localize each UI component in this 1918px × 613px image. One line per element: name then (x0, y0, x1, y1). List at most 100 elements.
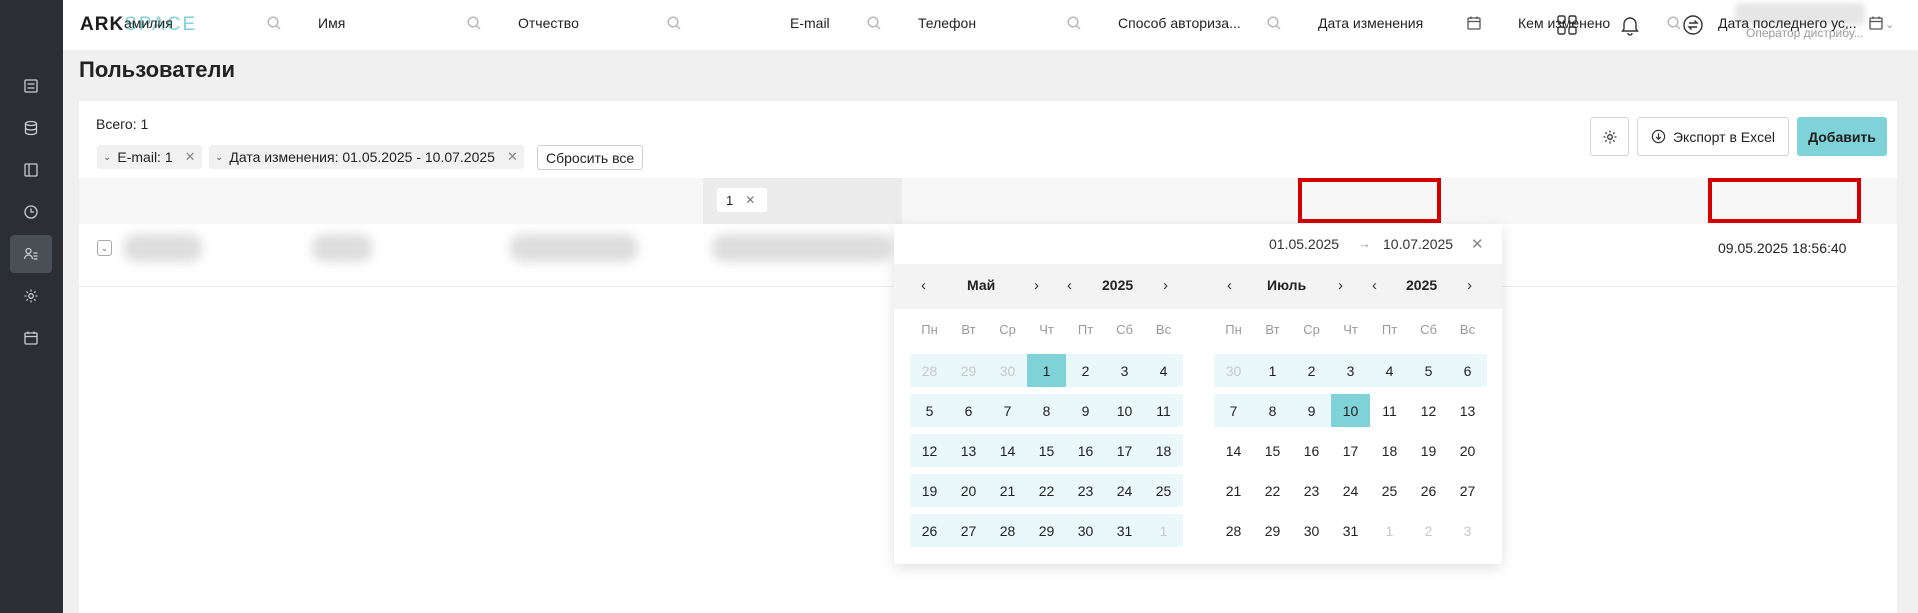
calendar-day[interactable]: 1 (1144, 514, 1183, 547)
calendar-day[interactable]: 3 (1105, 354, 1144, 387)
column-header-patronymic[interactable]: Отчество (518, 0, 579, 46)
calendar-day[interactable]: 23 (1292, 474, 1331, 507)
calendar-day[interactable]: 22 (1253, 474, 1292, 507)
calendar-day[interactable]: 7 (988, 394, 1027, 427)
next-year-icon[interactable]: › (1467, 277, 1472, 294)
calendar-day[interactable]: 4 (1370, 354, 1409, 387)
column-header-firstname[interactable]: Имя (318, 0, 345, 46)
calendar-day[interactable]: 20 (949, 474, 988, 507)
column-header-phone[interactable]: Телефон (918, 0, 976, 46)
search-icon[interactable] (1066, 15, 1082, 31)
export-excel-button[interactable]: Экспорт в Excel (1637, 117, 1789, 156)
users-icon[interactable] (10, 235, 52, 273)
list-icon[interactable] (19, 74, 43, 98)
next-month-icon[interactable]: › (1034, 277, 1039, 294)
calendar-day[interactable]: 7 (1214, 394, 1253, 427)
calendar-day[interactable]: 13 (949, 434, 988, 467)
calendar-day[interactable]: 21 (1214, 474, 1253, 507)
close-icon[interactable]: ✕ (1471, 235, 1484, 253)
email-filter-tag[interactable]: 1 ✕ (717, 188, 767, 212)
search-icon[interactable] (466, 15, 482, 31)
calendar-day[interactable]: 17 (1105, 434, 1144, 467)
calendar-day[interactable]: 30 (1292, 514, 1331, 547)
calendar-day[interactable]: 9 (1066, 394, 1105, 427)
add-button[interactable]: Добавить (1797, 117, 1887, 156)
range-start-input[interactable]: 01.05.2025 (1269, 236, 1339, 252)
calendar-left-month[interactable]: Май (967, 277, 995, 293)
calendar-day[interactable]: 31 (1331, 514, 1370, 547)
column-header-modified-date[interactable]: Дата изменения (1318, 0, 1423, 46)
calendar-right-year[interactable]: 2025 (1406, 277, 1437, 293)
calendar-day[interactable]: 14 (988, 434, 1027, 467)
calendar-day[interactable]: 25 (1144, 474, 1183, 507)
calendar-day[interactable]: 11 (1370, 394, 1409, 427)
column-header-lastname[interactable]: амилия (124, 0, 173, 46)
calendar-day[interactable]: 18 (1370, 434, 1409, 467)
calendar-day[interactable]: 26 (910, 514, 949, 547)
calendar-day[interactable]: 5 (910, 394, 949, 427)
calendar-day[interactable]: 17 (1331, 434, 1370, 467)
calendar-day[interactable]: 25 (1370, 474, 1409, 507)
calendar-day[interactable]: 24 (1331, 474, 1370, 507)
calendar-day[interactable]: 29 (1027, 514, 1066, 547)
calendar-day[interactable]: 12 (910, 434, 949, 467)
calendar-day[interactable]: 9 (1292, 394, 1331, 427)
calendar-day[interactable]: 6 (1448, 354, 1487, 387)
calendar-day[interactable]: 8 (1253, 394, 1292, 427)
calendar-icon[interactable] (19, 326, 43, 350)
calendar-day[interactable]: 20 (1448, 434, 1487, 467)
calendar-day[interactable]: 8 (1027, 394, 1066, 427)
column-header-last-login[interactable]: Дата последнего ус... (1718, 0, 1857, 46)
calendar-day[interactable]: 28 (910, 354, 949, 387)
swap-icon[interactable] (1681, 13, 1705, 37)
calendar-day[interactable]: 30 (988, 354, 1027, 387)
calendar-day[interactable]: 28 (1214, 514, 1253, 547)
calendar-day[interactable]: 3 (1448, 514, 1487, 547)
calendar-day[interactable]: 6 (949, 394, 988, 427)
prev-year-icon[interactable]: ‹ (1372, 277, 1377, 294)
calendar-day[interactable]: 13 (1448, 394, 1487, 427)
calendar-day[interactable]: 2 (1409, 514, 1448, 547)
filter-chip-email[interactable]: ⌄ E-mail: 1 ✕ (97, 145, 202, 169)
book-icon[interactable] (19, 158, 43, 182)
bell-icon[interactable] (1618, 13, 1642, 37)
calendar-day[interactable]: 12 (1409, 394, 1448, 427)
prev-year-icon[interactable]: ‹ (1067, 277, 1072, 294)
calendar-day[interactable]: 22 (1027, 474, 1066, 507)
calendar-day[interactable]: 3 (1331, 354, 1370, 387)
calendar-day[interactable]: 27 (949, 514, 988, 547)
calendar-day[interactable]: 10 (1331, 394, 1370, 427)
search-icon[interactable] (866, 15, 882, 31)
calendar-day[interactable]: 29 (949, 354, 988, 387)
calendar-day[interactable]: 1 (1027, 354, 1066, 387)
calendar-day[interactable]: 21 (988, 474, 1027, 507)
calendar-right-month[interactable]: Июль (1267, 277, 1306, 293)
prev-month-icon[interactable]: ‹ (921, 277, 926, 294)
calendar-day[interactable]: 18 (1144, 434, 1183, 467)
calendar-day[interactable]: 2 (1292, 354, 1331, 387)
filter-chip-date[interactable]: ⌄ Дата изменения: 01.05.2025 - 10.07.202… (209, 145, 524, 169)
calendar-day[interactable]: 24 (1105, 474, 1144, 507)
database-icon[interactable] (19, 116, 43, 140)
calendar-day[interactable]: 26 (1409, 474, 1448, 507)
calendar-icon[interactable] (1466, 15, 1482, 31)
calendar-day[interactable]: 1 (1370, 514, 1409, 547)
calendar-day[interactable]: 15 (1253, 434, 1292, 467)
search-icon[interactable] (1666, 15, 1682, 31)
column-header-modified-by[interactable]: Кем изменено (1518, 0, 1610, 46)
search-icon[interactable] (1266, 15, 1282, 31)
calendar-day[interactable]: 16 (1066, 434, 1105, 467)
calendar-day[interactable]: 11 (1144, 394, 1183, 427)
calendar-day[interactable]: 1 (1253, 354, 1292, 387)
table-settings-button[interactable] (1590, 117, 1629, 156)
calendar-day[interactable]: 5 (1409, 354, 1448, 387)
calendar-day[interactable]: 23 (1066, 474, 1105, 507)
gear-icon[interactable] (19, 284, 43, 308)
calendar-day[interactable]: 30 (1066, 514, 1105, 547)
calendar-left-year[interactable]: 2025 (1102, 277, 1133, 293)
calendar-day[interactable]: 2 (1066, 354, 1105, 387)
calendar-day[interactable]: 30 (1214, 354, 1253, 387)
close-icon[interactable]: ✕ (745, 193, 755, 207)
calendar-day[interactable]: 19 (910, 474, 949, 507)
expand-row-icon[interactable]: ⌄ (97, 240, 112, 256)
